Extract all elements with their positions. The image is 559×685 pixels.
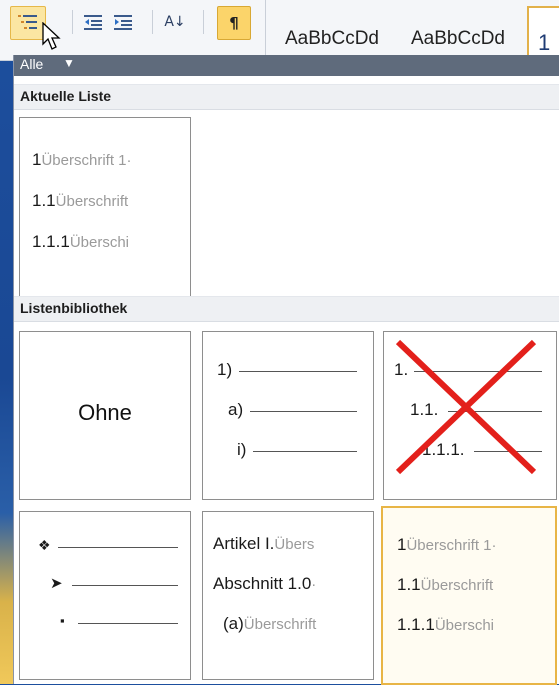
chevron-down-icon: ▼ <box>63 56 75 70</box>
style-sample-standard[interactable]: AaBbCcDd <box>285 28 379 50</box>
list-style-bullets[interactable]: ❖ ➤ ▪ <box>19 511 191 680</box>
red-cross-mark-icon <box>395 339 537 475</box>
section-header-list-library: Listenbibliothek <box>14 296 559 322</box>
list-level-label: i) <box>237 440 247 459</box>
list-style-paren-numbering[interactable]: 1) a) i) <box>202 331 374 500</box>
style-sample-no-spacing[interactable]: AaBbCcDd <box>411 28 505 50</box>
section-header-current-list: Aktuelle Liste <box>14 84 559 110</box>
sort-button[interactable]: A↓ <box>160 6 190 38</box>
list-item: Abschnitt 1.0· <box>213 574 317 593</box>
list-item: 1Überschrift 1· <box>397 535 497 554</box>
diamond-bullet-icon: ❖ <box>38 537 51 553</box>
arrow-bullet-icon: ➤ <box>50 575 63 592</box>
none-label: Ohne <box>78 400 132 425</box>
list-level-label: a) <box>228 400 244 419</box>
mouse-pointer-icon <box>42 22 61 50</box>
ribbon: A↓ ¶ AaBbCcDd AaBbCcDd 1 <box>0 0 559 64</box>
list-item: (a)Überschrift <box>223 614 317 633</box>
decrease-indent-icon <box>84 15 102 30</box>
multilevel-list-icon <box>18 15 37 29</box>
multilevel-list-gallery: Alle ▼ Aktuelle Liste 1Überschrift 1· 1.… <box>13 55 559 685</box>
show-formatting-marks-button[interactable]: ¶ <box>217 6 251 40</box>
decrease-indent-button[interactable] <box>80 6 106 38</box>
list-item: 1.1.1Überschi <box>32 232 129 251</box>
list-item: 1.1.1Überschi <box>397 615 494 634</box>
sort-icon: A↓ <box>164 14 186 30</box>
list-item: Artikel I.Übers <box>213 534 315 553</box>
square-bullet-icon: ▪ <box>60 613 65 628</box>
increase-indent-icon <box>114 15 132 30</box>
list-style-article-section[interactable]: Artikel I.Übers Abschnitt 1.0· (a)Übersc… <box>202 511 374 680</box>
list-style-none[interactable]: Ohne <box>19 331 191 500</box>
list-level-label: 1) <box>217 360 233 379</box>
increase-indent-button[interactable] <box>110 6 136 38</box>
list-item: 1.1Überschrift <box>397 575 494 594</box>
list-item: 1.1Überschrift <box>32 191 129 210</box>
list-item: 1Überschrift 1· <box>32 150 132 169</box>
pilcrow-icon: ¶ <box>229 14 239 32</box>
filter-label: Alle <box>20 56 44 72</box>
list-style-heading-numbering[interactable]: 1Überschrift 1· 1.1Überschrift 1.1.1Über… <box>381 506 557 685</box>
multilevel-list-button[interactable] <box>10 6 46 40</box>
gallery-filter-dropdown[interactable]: Alle ▼ <box>14 55 559 76</box>
current-list-tile[interactable]: 1Überschrift 1· 1.1Überschrift 1.1.1Über… <box>19 117 191 297</box>
list-style-decimal-outline[interactable]: 1. 1.1. 1.1.1. <box>383 331 557 500</box>
